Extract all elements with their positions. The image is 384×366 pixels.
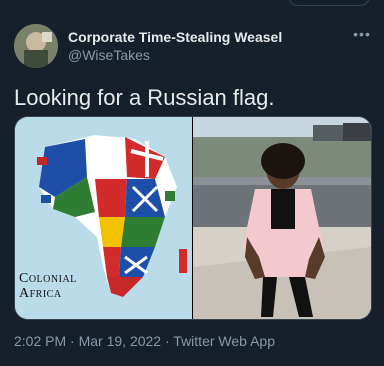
user-handle[interactable]: @WiseTakes [68, 47, 150, 63]
map-caption-line2: Africa [19, 286, 62, 301]
avatar-image [14, 24, 58, 68]
africa-map-image[interactable]: Colonial Africa [15, 117, 192, 319]
top-partial-button[interactable] [288, 0, 370, 6]
meta-separator-2: · [161, 333, 174, 349]
avatar[interactable] [14, 24, 58, 68]
display-name[interactable]: Corporate Time-Stealing Weasel [68, 29, 282, 45]
tweet-media[interactable]: Colonial Africa [14, 116, 372, 320]
meta-separator-1: · [66, 333, 79, 349]
tweet-date[interactable]: Mar 19, 2022 [79, 333, 162, 349]
tweet-source[interactable]: Twitter Web App [173, 333, 275, 349]
tweet-time[interactable]: 2:02 PM [14, 333, 66, 349]
more-horizontal-icon[interactable]: ••• [352, 27, 372, 44]
tweet-text: Looking for a Russian flag. [14, 85, 275, 110]
tweet-meta: 2:02 PM · Mar 19, 2022 · Twitter Web App [14, 333, 275, 349]
searching-person-photo [193, 117, 371, 319]
searching-person-image[interactable] [193, 117, 371, 319]
map-caption: Colonial Africa [19, 271, 77, 301]
map-caption-line1: Colonial [19, 271, 77, 286]
